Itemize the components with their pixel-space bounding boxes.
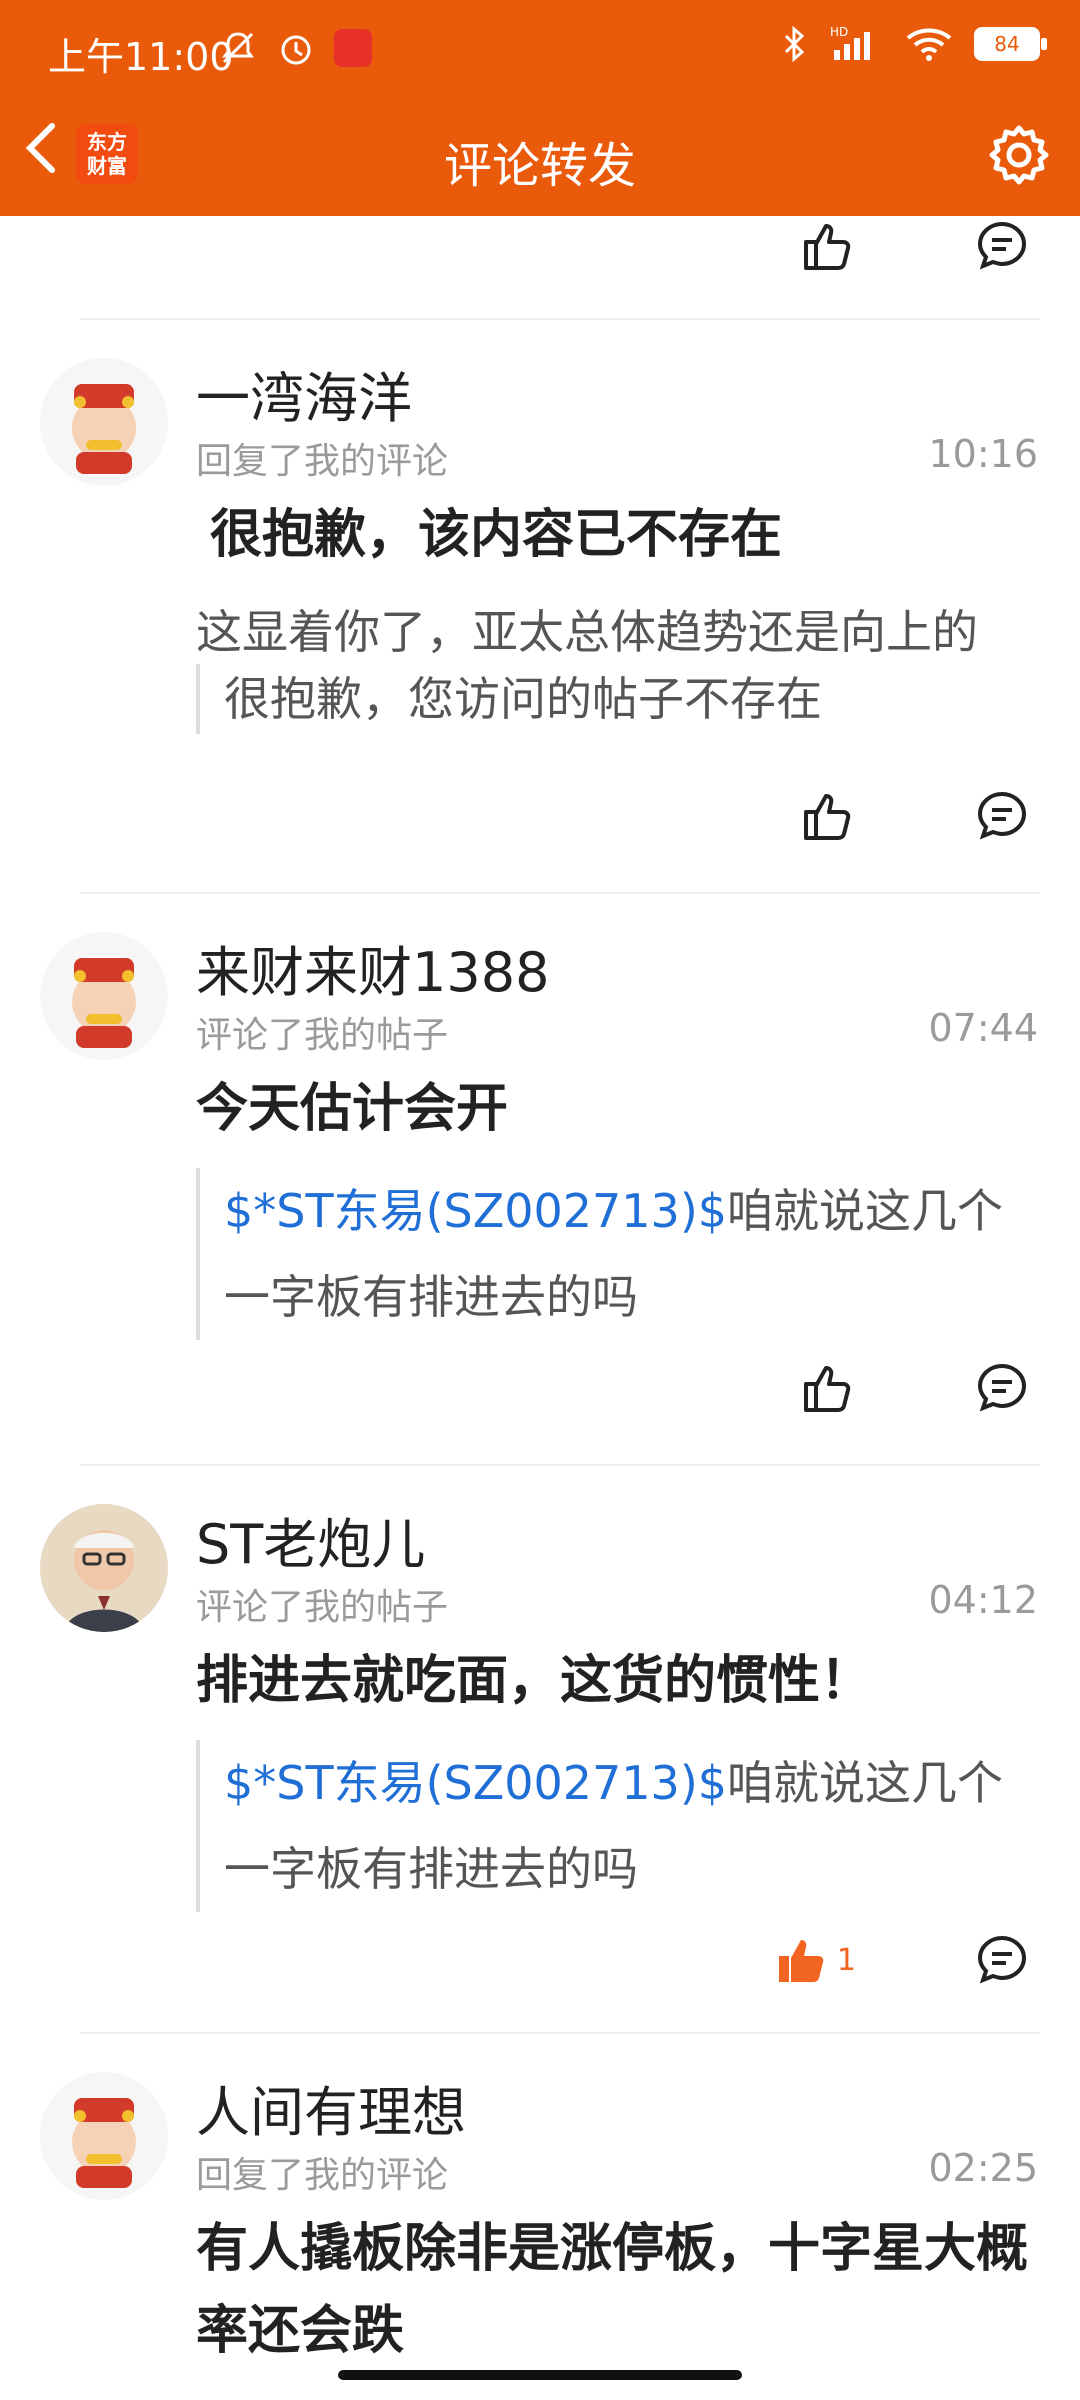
divider <box>80 1464 1040 1466</box>
like-count: 1 <box>836 1942 856 1978</box>
quoted-post[interactable]: $*ST东易(SZ002713)$咱就说这几个一字板有排进去的吗 <box>196 1740 1044 1912</box>
comment-actions: 1 <box>771 1930 1032 1990</box>
timestamp: 07:44 <box>928 1006 1038 1050</box>
like-button[interactable] <box>796 216 856 276</box>
top-bar: 上午11:00 HD 84 东方 财富 评论转发 <box>0 0 1080 216</box>
quoted-post[interactable]: 很抱歉，您访问的帖子不存在 <box>196 664 1044 734</box>
thumbs-up-icon <box>804 1366 851 1412</box>
wifi-icon <box>906 28 952 61</box>
comment-bubble-icon <box>977 1935 1027 1984</box>
app-notification-icon <box>334 29 372 67</box>
stock-link[interactable]: $*ST东易(SZ002713)$ <box>224 1756 727 1810</box>
action-text: 评论了我的帖子 <box>196 1015 449 1056</box>
reply-button[interactable] <box>972 786 1032 846</box>
status-icons <box>218 28 372 68</box>
settings-gear-icon[interactable] <box>984 120 1054 190</box>
comment-bubble-icon <box>977 1363 1027 1412</box>
quoted-post[interactable]: $*ST东易(SZ002713)$咱就说这几个一字板有排进去的吗 <box>196 1168 1044 1340</box>
thumbs-up-icon <box>804 224 851 270</box>
comment-actions <box>796 216 1032 276</box>
comment-content: 今天估计会开 <box>196 1079 509 1139</box>
action-text: 回复了我的评论 <box>196 441 449 482</box>
username[interactable]: ST老炮儿 <box>196 1500 425 1579</box>
status-time: 上午11:00 <box>48 35 234 79</box>
avatar[interactable] <box>40 2072 168 2200</box>
avatar[interactable] <box>40 358 168 486</box>
signal-icon: HD <box>830 25 870 60</box>
comment-content: 很抱歉，该内容已不存在 <box>210 505 783 565</box>
avatar[interactable] <box>40 932 168 1060</box>
comment-content: 有人撬板除非是涨停板，十字星大概率还会跌 <box>196 2219 1029 2361</box>
username[interactable]: 来财来财1388 <box>196 928 549 1007</box>
comment-bubble-icon <box>977 221 1027 270</box>
status-right: HD 84 <box>780 24 1047 64</box>
comment-bubble-icon <box>977 791 1027 840</box>
like-button[interactable] <box>796 786 856 846</box>
divider <box>80 2032 1040 2034</box>
home-indicator[interactable] <box>338 2370 742 2380</box>
silent-bell-icon <box>222 32 254 64</box>
divider <box>80 318 1040 320</box>
elderly-man-portrait-icon <box>40 1504 168 1632</box>
like-button[interactable] <box>796 1358 856 1418</box>
thumbs-up-icon <box>804 794 851 840</box>
reply-button[interactable] <box>972 216 1032 276</box>
comment-preview: 这显着你了，亚太总体趋势还是向上的 <box>196 605 978 659</box>
avatar[interactable] <box>40 1504 168 1632</box>
action-text: 评论了我的帖子 <box>196 1587 449 1628</box>
page-title: 评论转发 <box>443 138 636 194</box>
god-of-wealth-avatar-icon <box>72 958 136 1048</box>
divider <box>80 892 1040 894</box>
username[interactable]: 人间有理想 <box>196 2068 466 2147</box>
stock-link[interactable]: $*ST东易(SZ002713)$ <box>224 1184 727 1238</box>
comment-actions <box>796 1358 1032 1418</box>
svg-text:HD: HD <box>830 25 848 39</box>
alarm-icon <box>281 35 311 65</box>
comment-list[interactable]: 一湾海洋 回复了我的评论 10:16 很抱歉，该内容已不存在 这显着你了，亚太总… <box>0 216 1080 2400</box>
comment-actions <box>796 786 1032 846</box>
reply-button[interactable] <box>972 1930 1032 1990</box>
timestamp: 04:12 <box>928 1578 1038 1622</box>
timestamp: 02:25 <box>928 2146 1038 2190</box>
thumbs-up-filled-icon <box>778 1940 824 1982</box>
username[interactable]: 一湾海洋 <box>196 354 412 433</box>
battery-indicator: 84 <box>974 27 1047 61</box>
god-of-wealth-avatar-icon <box>72 2098 136 2188</box>
action-text: 回复了我的评论 <box>196 2155 449 2196</box>
bluetooth-icon <box>784 25 805 63</box>
comment-content: 排进去就吃面，这货的惯性！ <box>196 1651 873 1711</box>
timestamp: 10:16 <box>928 432 1038 476</box>
god-of-wealth-avatar-icon <box>72 384 136 474</box>
reply-button[interactable] <box>972 1358 1032 1418</box>
like-button-active[interactable]: 1 <box>771 1930 856 1990</box>
